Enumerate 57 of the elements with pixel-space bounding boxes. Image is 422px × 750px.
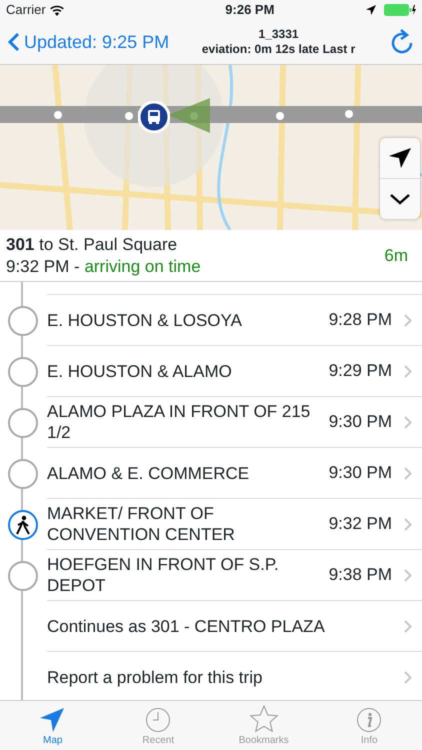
info-icon (356, 707, 382, 733)
stop-row[interactable]: E. HOUSTON & LOSOYA 9:28 PM (0, 295, 422, 346)
stop-time: 9:29 PM (328, 360, 392, 382)
stop-marker (8, 459, 38, 489)
action-label: Continues as 301 - CENTRO PLAZA (47, 616, 326, 636)
stop-name: ALAMO & E. COMMERCE (47, 462, 250, 484)
stop-time: 9:32 PM (328, 513, 392, 536)
chevron-down-icon (389, 192, 411, 206)
chevron-icon (404, 620, 412, 632)
clock: 9:26 PM (224, 1, 276, 20)
back-button[interactable]: Updated: 9:25 PM (8, 28, 170, 56)
walking-icon (8, 510, 38, 540)
chevron-icon (404, 314, 412, 326)
stop-name: E. HOUSTON & ALAMO (47, 360, 233, 382)
tab[interactable]: Map (0, 701, 106, 750)
clock-icon (145, 707, 172, 733)
location-arrow-icon (388, 146, 412, 170)
stop-time: 9:28 PM (328, 309, 392, 332)
stop-row[interactable]: ALAMO & E. COMMERCE 9:30 PM (0, 448, 422, 499)
location-icon (366, 5, 376, 15)
arrival-time: 9:32 PM - (6, 256, 80, 276)
wifi-icon (50, 4, 64, 16)
chevron-icon (404, 364, 412, 378)
stop-marker (8, 306, 38, 336)
stop-row[interactable]: HOEFGEN IN FRONT OF S.P. DEPOT 9:38 PM (0, 550, 422, 601)
stop-row[interactable]: MARKET/ FRONT OF CONVENTION CENTER 9:32 PM (0, 499, 422, 550)
chevron-icon (404, 518, 412, 530)
stop-row[interactable]: E. HOUSTON & ALAMO 9:29 PM (0, 346, 422, 397)
carrier-label: Carrier (6, 1, 46, 20)
stop-marker (8, 561, 38, 591)
stop-marker (8, 357, 38, 387)
back-chevron-icon (8, 32, 20, 52)
refresh-button[interactable] (390, 29, 414, 55)
stop-time: 9:38 PM (328, 564, 392, 586)
stop-name: E. HOUSTON & LOSOYA (47, 310, 243, 330)
chevron-icon (404, 670, 412, 684)
action-row[interactable]: Continues as 301 - CENTRO PLAZA (0, 601, 422, 652)
chevron-icon (404, 466, 412, 480)
refresh-icon (390, 29, 414, 55)
star-icon (248, 705, 279, 733)
stop-time: 9:30 PM (328, 411, 392, 434)
countdown: 6m (384, 244, 408, 266)
stop-name: MARKET/ FRONT OF CONVENTION CENTER (47, 503, 236, 545)
stop-time: 9:30 PM (328, 462, 392, 484)
nav-subtitle: eviation: 0m 12s late Last r (200, 42, 356, 57)
chevron-icon (404, 416, 412, 428)
stop-marker (8, 408, 38, 438)
stop-name: HOEFGEN IN FRONT OF S.P. DEPOT (47, 554, 280, 596)
nav-title: 1_3331 (258, 27, 300, 42)
action-label: Report a problem for this trip (47, 666, 264, 688)
battery-icon (384, 4, 416, 16)
chevron-icon (404, 568, 412, 582)
bus-icon (138, 101, 170, 133)
arrival-status: arriving on time (84, 256, 201, 276)
trip-route: 301 to St. Paul Square (6, 234, 178, 256)
stop-row[interactable]: ALAMO PLAZA IN FRONT OF 215 1/2 9:30 PM (0, 397, 422, 448)
stop-name: ALAMO PLAZA IN FRONT OF 215 1/2 (47, 401, 312, 443)
